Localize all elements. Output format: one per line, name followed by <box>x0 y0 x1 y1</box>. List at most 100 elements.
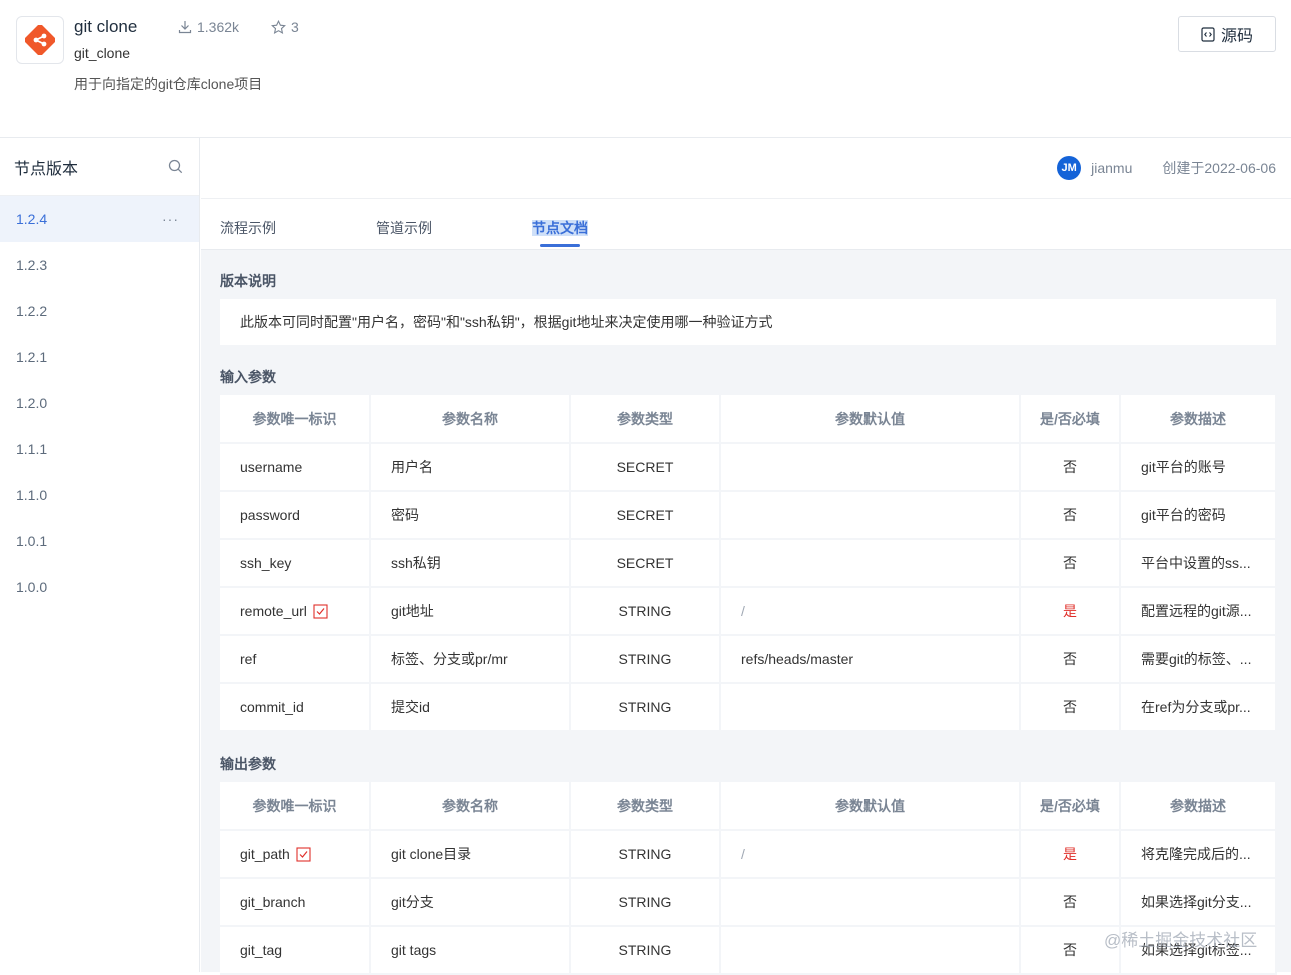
version-item-1.0.0[interactable]: 1.0.0 <box>0 564 199 610</box>
param-type: STRING <box>570 926 721 975</box>
more-icon[interactable]: ··· <box>162 211 179 227</box>
param-name: ssh私钥 <box>370 539 571 588</box>
param-required: 是 <box>1020 587 1121 636</box>
param-default: refs/heads/master <box>720 635 1021 684</box>
node-title: git clone <box>74 17 138 36</box>
param-required: 否 <box>1020 491 1121 540</box>
tab-pipeline-example[interactable]: 管道示例 <box>376 218 432 238</box>
version-item-1.2.1[interactable]: 1.2.1 <box>0 334 199 380</box>
param-name: 密码 <box>370 491 571 540</box>
author-name[interactable]: jianmu <box>1091 160 1132 176</box>
output-params-title: 输出参数 <box>220 756 276 772</box>
col-header-desc: 参数描述 <box>1120 782 1277 831</box>
param-name: 提交id <box>370 683 571 732</box>
param-desc[interactable]: 如果选择git分支... <box>1120 878 1277 927</box>
table-row: username 用户名 SECRET 否 git平台的账号 <box>220 443 1277 492</box>
param-type: SECRET <box>570 539 721 588</box>
git-logo-icon <box>16 16 64 64</box>
source-code-label: 源码 <box>1220 28 1253 45</box>
param-default <box>720 539 1021 588</box>
avatar: JM <box>1057 156 1082 180</box>
star-icon <box>271 19 286 34</box>
tab-node-doc-label: 节点文档 <box>532 220 588 236</box>
version-item-1.0.1[interactable]: 1.0.1 <box>0 518 199 564</box>
version-item-1.2.0[interactable]: 1.2.0 <box>0 380 199 426</box>
doc-tabs: 流程示例 管道示例 节点文档 <box>201 198 1291 250</box>
source-code-button[interactable]: 源码 <box>1178 16 1276 52</box>
param-required: 是 <box>1020 830 1121 879</box>
version-label: 1.2.0 <box>16 395 48 411</box>
param-id: remote_url <box>240 602 307 619</box>
param-default <box>720 683 1021 732</box>
table-row: git_path git clone目录 STRING / 是 将克隆完成后的.… <box>220 830 1277 879</box>
param-id: git_path <box>240 845 290 862</box>
version-item-1.1.0[interactable]: 1.1.0 <box>0 472 199 518</box>
created-date: 创建于2022-06-06 <box>1162 160 1276 176</box>
version-item-1.2.3[interactable]: 1.2.3 <box>0 242 199 288</box>
col-header-default: 参数默认值 <box>720 782 1021 831</box>
version-label: 1.0.1 <box>16 533 48 549</box>
param-type: STRING <box>570 683 721 732</box>
param-desc[interactable]: 在ref为分支或pr... <box>1120 683 1277 732</box>
node-header: git clone git_clone 用于向指定的git仓库clone项目 1… <box>0 0 1291 118</box>
version-desc-title: 版本说明 <box>220 273 276 289</box>
param-desc[interactable]: 平台中设置的ss... <box>1120 539 1277 588</box>
table-row: remote_url git地址 STRING / 是 配置远程的git源... <box>220 587 1277 636</box>
param-id: commit_id <box>220 683 371 732</box>
param-type: SECRET <box>570 443 721 492</box>
star-count-value: 3 <box>291 19 299 35</box>
star-count[interactable]: 3 <box>271 19 299 35</box>
version-item-1.2.2[interactable]: 1.2.2 <box>0 288 199 334</box>
node-description: 用于向指定的git仓库clone项目 <box>74 76 263 92</box>
param-id-cell: git_path <box>220 830 371 879</box>
table-row: ssh_key ssh私钥 SECRET 否 平台中设置的ss... <box>220 539 1277 588</box>
param-required: 否 <box>1020 443 1121 492</box>
table-row: commit_id 提交id STRING 否 在ref为分支或pr... <box>220 683 1277 732</box>
version-label: 1.2.4 <box>16 211 48 227</box>
table-header-row: 参数唯一标识 参数名称 参数类型 参数默认值 是/否必填 参数描述 <box>220 782 1277 831</box>
col-header-type: 参数类型 <box>570 395 721 444</box>
param-desc[interactable]: 配置远程的git源... <box>1120 587 1277 636</box>
param-type: SECRET <box>570 491 721 540</box>
param-name: git tags <box>370 926 571 975</box>
version-label: 1.2.3 <box>16 257 48 273</box>
param-id: git_branch <box>220 878 371 927</box>
doc-main: JM jianmu 创建于2022-06-06 流程示例 管道示例 节点文档 版… <box>201 138 1291 975</box>
param-id: ssh_key <box>220 539 371 588</box>
table-row: git_branch git分支 STRING 否 如果选择git分支... <box>220 878 1277 927</box>
table-header-row: 参数唯一标识 参数名称 参数类型 参数默认值 是/否必填 参数描述 <box>220 395 1277 444</box>
version-desc-text: 此版本可同时配置"用户名，密码"和"ssh私钥"，根据git地址来决定使用哪一种… <box>240 314 773 330</box>
tab-active-indicator <box>540 244 580 247</box>
param-default: / <box>720 587 1021 636</box>
col-header-type: 参数类型 <box>570 782 721 831</box>
search-icon[interactable] <box>168 159 183 174</box>
version-label: 1.2.2 <box>16 303 48 319</box>
param-name: git clone目录 <box>370 830 571 879</box>
param-name: 标签、分支或pr/mr <box>370 635 571 684</box>
version-item-1.1.1[interactable]: 1.1.1 <box>0 426 199 472</box>
param-id: password <box>220 491 371 540</box>
col-header-id: 参数唯一标识 <box>220 395 371 444</box>
param-name: git地址 <box>370 587 571 636</box>
version-sidebar: 节点版本 1.2.4 ··· 1.2.3 1.2.2 1.2.1 1.2.0 1… <box>0 138 200 972</box>
param-desc[interactable]: 将克隆完成后的... <box>1120 830 1277 879</box>
version-item-1.2.4[interactable]: 1.2.4 ··· <box>0 196 199 242</box>
code-file-icon <box>1201 26 1215 42</box>
param-name: git分支 <box>370 878 571 927</box>
param-required: 否 <box>1020 539 1121 588</box>
version-label: 1.1.0 <box>16 487 48 503</box>
param-default <box>720 926 1021 975</box>
param-default <box>720 878 1021 927</box>
tab-workflow-example[interactable]: 流程示例 <box>220 218 276 238</box>
param-id-cell: remote_url <box>220 587 371 636</box>
table-row: password 密码 SECRET 否 git平台的密码 <box>220 491 1277 540</box>
param-desc[interactable]: git平台的密码 <box>1120 491 1277 540</box>
param-type: STRING <box>570 635 721 684</box>
param-desc[interactable]: git平台的账号 <box>1120 443 1277 492</box>
tab-node-doc[interactable]: 节点文档 <box>532 218 588 238</box>
param-id: git_tag <box>220 926 371 975</box>
param-desc[interactable]: 需要git的标签、... <box>1120 635 1277 684</box>
param-default <box>720 491 1021 540</box>
version-desc-box: 此版本可同时配置"用户名，密码"和"ssh私钥"，根据git地址来决定使用哪一种… <box>220 299 1276 345</box>
version-label: 1.0.0 <box>16 579 48 595</box>
